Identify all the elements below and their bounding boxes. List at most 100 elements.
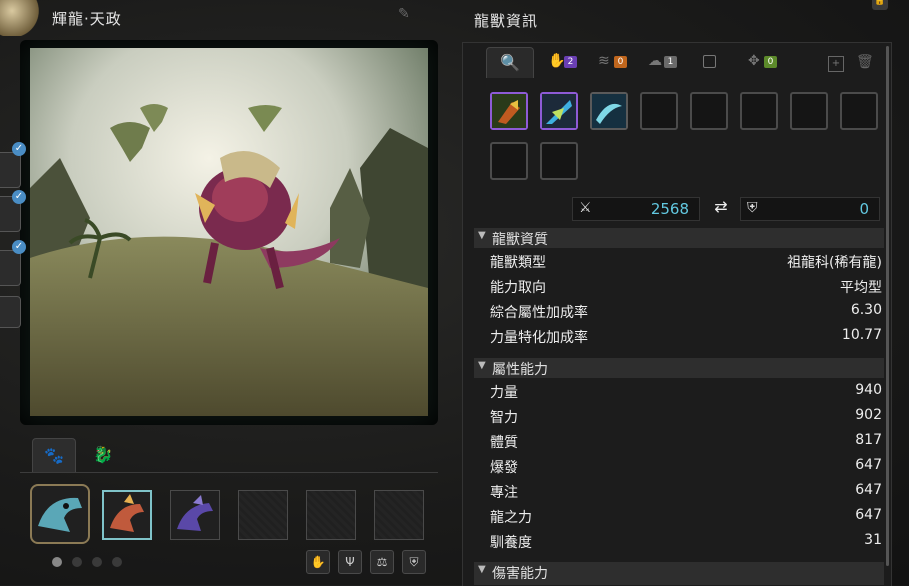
collapse-arrow-icon: ▼ — [478, 230, 486, 241]
swap-icon[interactable]: ⇄ — [708, 197, 734, 221]
stat-value: 647 — [855, 457, 882, 473]
equip-button[interactable]: ⛨ — [402, 550, 426, 574]
stat-value: 647 — [855, 507, 882, 523]
wing-icon: ≋ — [598, 53, 610, 69]
empty-skill-slot[interactable] — [490, 142, 528, 180]
search-icon: 🔍 — [500, 53, 520, 72]
attack-value: 2568 — [650, 200, 689, 218]
empty-portrait-slot[interactable] — [238, 490, 288, 540]
count-badge: 1 — [664, 56, 677, 68]
section-damage[interactable]: ▼ 傷害能力 — [474, 562, 884, 585]
mount-slot-1[interactable] — [0, 152, 21, 188]
empty-skill-slot[interactable] — [540, 142, 578, 180]
section-title: 屬性能力 — [492, 362, 548, 378]
stat-label: 智力 — [490, 410, 518, 426]
tab-info[interactable]: 🔍 — [486, 47, 534, 78]
stat-label: 能力取向 — [490, 280, 546, 296]
feed-button[interactable]: ✋ — [306, 550, 330, 574]
dragon-portrait[interactable] — [102, 490, 152, 540]
paw-icon: 🐾 — [44, 446, 64, 465]
empty-skill-slot[interactable] — [640, 92, 678, 130]
stat-value: 6.30 — [850, 302, 882, 318]
collapse-arrow-icon: ▼ — [478, 564, 486, 575]
section-quality[interactable]: ▼ 龍獸資質 — [474, 228, 884, 248]
stat-label: 體質 — [490, 435, 518, 451]
dragon-portrait[interactable] — [170, 490, 220, 540]
defense-value: 0 — [859, 200, 869, 218]
tab-tail-skills[interactable]: ☁ 1 — [648, 47, 688, 77]
stat-row: 龍之力 647 — [490, 507, 882, 531]
count-badge: 0 — [614, 56, 627, 68]
skill-slot[interactable] — [590, 92, 628, 130]
filter-checkbox[interactable] — [703, 55, 716, 68]
stat-row: 能力取向 平均型 — [490, 277, 882, 301]
page-dot[interactable] — [52, 557, 62, 567]
page-dot[interactable] — [92, 557, 102, 567]
claw-icon: ✋ — [310, 555, 326, 569]
dragon-portrait-selected[interactable] — [30, 484, 90, 544]
add-icon[interactable]: + — [828, 56, 844, 72]
armor-icon: ⛨ — [747, 200, 758, 216]
lock-icon[interactable]: 🔒 — [872, 0, 888, 10]
logo-emblem — [0, 0, 40, 36]
dragon-name-title: 輝龍·天政 — [52, 10, 122, 28]
stat-row: 力量特化加成率 10.77 — [490, 327, 882, 351]
tab-special[interactable]: ✥ 0 — [748, 47, 788, 77]
crossed-swords-icon: ⚔ — [579, 200, 592, 216]
dragon-icon: ☁ — [648, 53, 662, 69]
stat-value: 平均型 — [840, 280, 882, 296]
skill-slot[interactable] — [490, 92, 528, 130]
stat-label: 力量特化加成率 — [490, 330, 588, 346]
defense-stat: ⛨ 0 — [740, 197, 880, 221]
stat-value: 817 — [855, 432, 882, 448]
empty-skill-slot[interactable] — [840, 92, 878, 130]
tab-divider — [20, 472, 438, 473]
count-badge: 2 — [564, 56, 577, 68]
tab-dragon[interactable]: 🐉 — [82, 438, 124, 472]
stat-label: 專注 — [490, 485, 518, 501]
claw-icon: ✋ — [548, 53, 566, 69]
stat-value: 647 — [855, 482, 882, 498]
stat-value: 902 — [855, 407, 882, 423]
tab-wing-skills[interactable]: ≋ 0 — [598, 47, 638, 77]
empty-skill-slot[interactable] — [690, 92, 728, 130]
empty-skill-slot[interactable] — [790, 92, 828, 130]
page-dot[interactable] — [112, 557, 122, 567]
stat-row: 馴養度 31 — [490, 532, 882, 556]
stat-row: 專注 647 — [490, 482, 882, 506]
stat-value: 10.77 — [841, 327, 882, 343]
skill-button[interactable]: Ψ — [338, 550, 362, 574]
check-icon: ✓ — [12, 240, 26, 254]
section-attributes[interactable]: ▼ 屬性能力 — [474, 358, 884, 378]
balance-icon: ⚖ — [376, 555, 388, 569]
mount-slot-4[interactable] — [0, 296, 21, 328]
skill-slot[interactable] — [540, 92, 578, 130]
stat-row: 體質 817 — [490, 432, 882, 456]
collapse-arrow-icon: ▼ — [478, 360, 486, 371]
stat-value: 31 — [864, 532, 882, 548]
dragon-preview-scene[interactable] — [30, 48, 428, 416]
empty-portrait-slot[interactable] — [306, 490, 356, 540]
stat-row: 智力 902 — [490, 407, 882, 431]
stat-label: 爆發 — [490, 460, 518, 476]
brush-icon[interactable]: ✎ — [398, 6, 416, 24]
mount-slot-3[interactable] — [0, 250, 21, 286]
check-icon: ✓ — [12, 190, 26, 204]
scrollbar[interactable] — [886, 46, 889, 566]
claw-icon: ✥ — [748, 53, 760, 69]
tab-claw-skills[interactable]: ✋ 2 — [548, 47, 588, 77]
stat-label: 馴養度 — [490, 535, 532, 551]
tab-paw[interactable]: 🐾 — [32, 438, 76, 473]
stat-label: 綜合屬性加成率 — [490, 305, 588, 321]
empty-portrait-slot[interactable] — [374, 490, 424, 540]
page-dot[interactable] — [72, 557, 82, 567]
count-badge: 0 — [764, 56, 777, 68]
trash-icon[interactable]: 🗑 — [856, 54, 874, 72]
stat-value: 940 — [855, 382, 882, 398]
stat-row: 爆發 647 — [490, 457, 882, 481]
compare-button[interactable]: ⚖ — [370, 550, 394, 574]
empty-skill-slot[interactable] — [740, 92, 778, 130]
armor-icon: ⛨ — [409, 555, 419, 569]
stat-value: 祖龍科(稀有龍) — [787, 255, 882, 271]
stat-label: 龍之力 — [490, 510, 532, 526]
